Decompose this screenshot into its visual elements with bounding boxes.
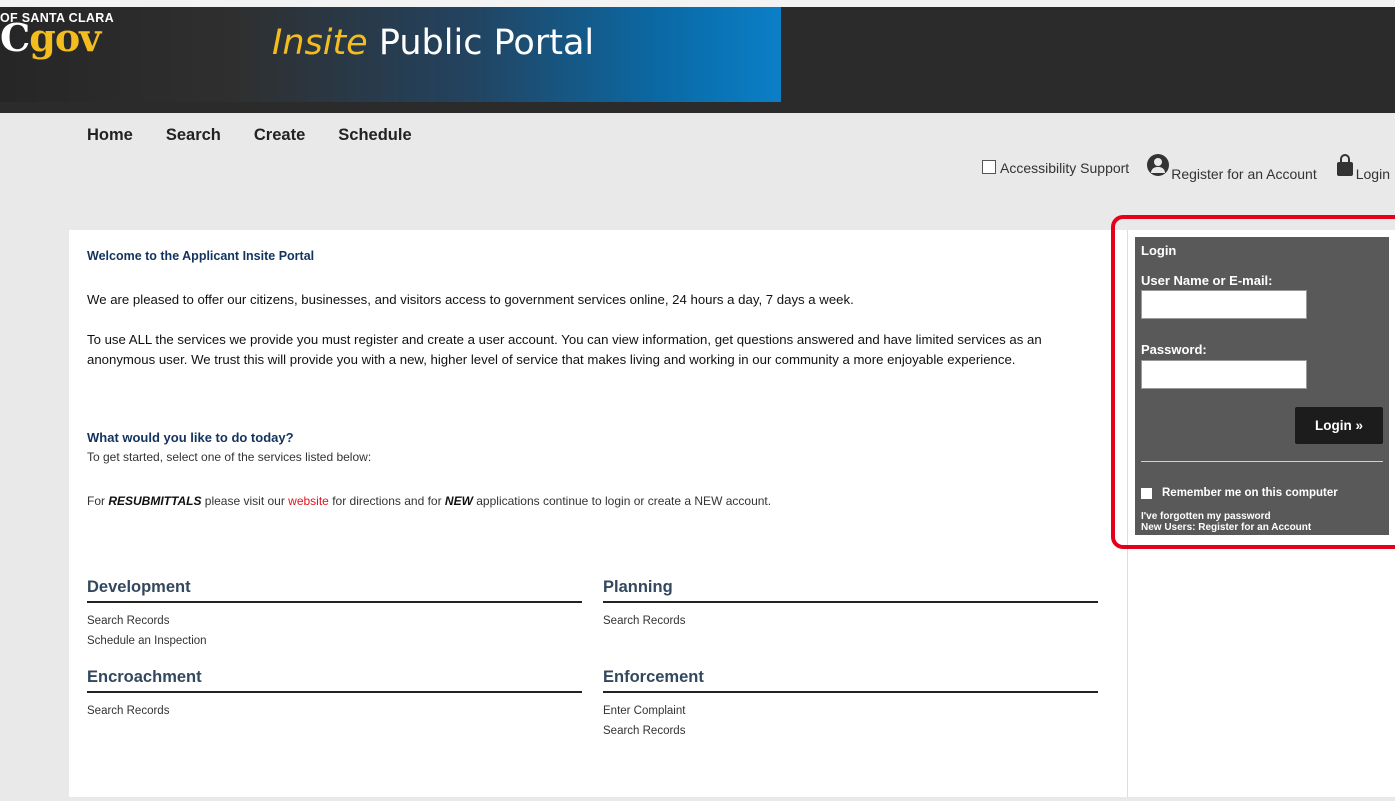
resub-mid2: for directions and for [328,494,445,508]
main-panel: Welcome to the Applicant Insite Portal W… [69,230,1127,797]
account-paragraph: To use ALL the services we provide you m… [87,332,1042,367]
enforcement-search-records-link[interactable]: Search Records [603,721,1098,741]
accessibility-support[interactable]: Accessibility Support [982,160,1129,176]
section-title-development: Development [87,578,582,603]
intro-paragraph: We are pleased to offer our citizens, bu… [87,292,854,307]
nav-create[interactable]: Create [254,126,305,145]
login-link[interactable]: Login [1317,154,1390,182]
section-encroachment: Encroachment Search Records [87,668,582,721]
welcome-title: Welcome to the Applicant Insite Portal [87,249,315,263]
resub-new: NEW [444,494,473,508]
question-title: What would you like to do today? [87,430,294,445]
question-subtitle: To get started, select one of the servic… [87,450,372,464]
nav-schedule[interactable]: Schedule [338,126,411,145]
section-planning: Planning Search Records [603,578,1098,631]
register-link[interactable]: Register for an Account [1129,154,1317,182]
accessibility-label: Accessibility Support [1000,160,1130,176]
brand-area[interactable]: OF SANTA CLARA Cgov Insite Public Portal [0,7,781,102]
resub-mid: please visit our [201,494,289,508]
highlight-annotation [1111,215,1395,549]
user-circle-icon [1147,154,1170,176]
development-search-records-link[interactable]: Search Records [87,611,582,631]
website-link[interactable]: website [288,494,329,508]
section-title-enforcement: Enforcement [603,668,1098,693]
planning-search-records-link[interactable]: Search Records [603,611,1098,631]
enforcement-enter-complaint-link[interactable]: Enter Complaint [603,701,1098,721]
sccgov-logo[interactable]: Cgov [0,19,101,57]
development-schedule-inspection-link[interactable]: Schedule an Inspection [87,631,582,651]
main-nav: Home Search Create Schedule [87,126,445,145]
top-strip [0,0,1395,7]
login-label: Login [1355,166,1390,182]
lock-icon [1336,154,1353,176]
logo-c: C [0,15,30,60]
section-title-encroachment: Encroachment [87,668,582,693]
nav-home[interactable]: Home [87,126,133,145]
logo-gov: gov [29,15,101,60]
section-title-planning: Planning [603,578,1098,603]
nav-search[interactable]: Search [166,126,221,145]
portal-title: Insite Public Portal [272,23,594,63]
accessibility-checkbox[interactable] [982,160,997,174]
utility-links: Accessibility Support Register for an Ac… [982,154,1390,182]
resub-prefix: For [87,494,109,508]
top-banner: OF SANTA CLARA Cgov Insite Public Portal [0,0,1395,113]
portal-title-em: Insite [272,23,368,63]
portal-title-rest: Public Portal [367,23,595,63]
section-enforcement: Enforcement Enter Complaint Search Recor… [603,668,1098,741]
resub-suffix: applications continue to login or create… [472,494,772,508]
section-development: Development Search Records Schedule an I… [87,578,582,651]
resub-bold: RESUBMITTALS [108,494,202,508]
resubmittal-note: For RESUBMITTALS please visit our websit… [87,494,771,508]
register-label: Register for an Account [1171,166,1317,182]
encroachment-search-records-link[interactable]: Search Records [87,701,582,721]
